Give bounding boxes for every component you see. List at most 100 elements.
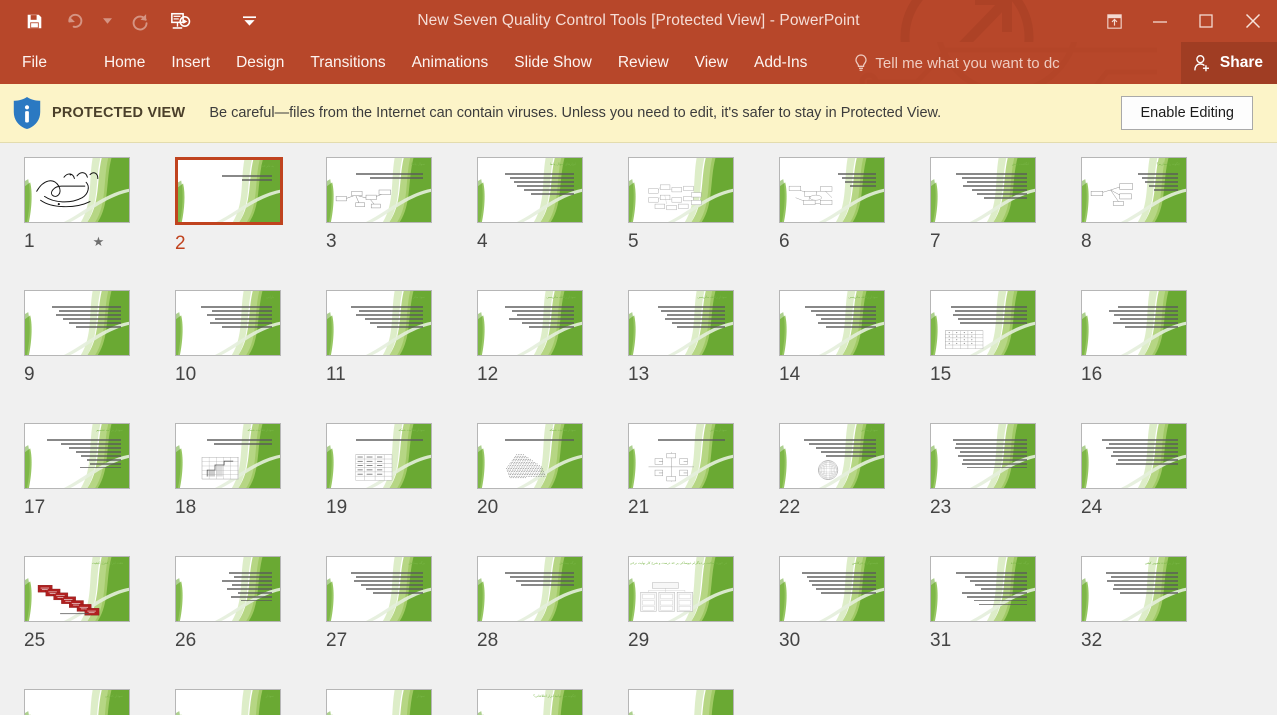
undo-icon[interactable] <box>54 6 94 36</box>
slide-cell[interactable]: سوال پانما 3 <box>326 157 477 290</box>
slide-thumbnail-16[interactable] <box>1081 290 1187 356</box>
slide-thumbnail-35[interactable]: نمودار <box>326 689 432 715</box>
minimize-button[interactable] <box>1137 0 1183 42</box>
slide-thumbnail-29[interactable]: در حوزه ساخت بر دیاگرام دیوساکی پر حد در… <box>628 556 734 622</box>
slide-thumbnail-20[interactable]: نمودار فعالیت شبکه <box>477 423 583 489</box>
slide-thumbnail-1[interactable] <box>24 157 130 223</box>
slide-thumbnail-23[interactable] <box>930 423 1036 489</box>
slide-thumbnail-26[interactable] <box>175 556 281 622</box>
slide-cell[interactable]: 5 <box>628 157 779 290</box>
slide-thumbnail-19[interactable]: نمودار فعالیت شبکه <box>326 423 432 489</box>
slide-cell[interactable]: 16 <box>1081 290 1232 423</box>
slide-thumbnail-32[interactable]: نمودار پراکنده تصویر کیفی <box>1081 556 1187 622</box>
slide-thumbnail-24[interactable] <box>1081 423 1187 489</box>
slide-cell[interactable]: نمودار پیکانی 22 <box>779 423 930 556</box>
slide-cell[interactable]: ابزارهای سوال پانما 4 <box>477 157 628 290</box>
slide-cell[interactable]: نمودار فعالیت شبکه 18 <box>175 423 326 556</box>
tab-transitions[interactable]: Transitions <box>297 42 398 84</box>
tab-design[interactable]: Design <box>223 42 297 84</box>
tell-me-search[interactable]: Tell me what you want to dc <box>854 54 1060 72</box>
undo-dropdown-icon[interactable] <box>94 6 120 36</box>
slide-cell[interactable]: 15 <box>930 290 1081 423</box>
slide-cell[interactable]: 1 ★ <box>24 157 175 290</box>
slide-cell[interactable]: 24 <box>1081 423 1232 556</box>
slide-cell[interactable]: بارانی 10 <box>175 290 326 423</box>
slide-cell[interactable]: 9 <box>24 290 175 423</box>
start-slideshow-icon[interactable] <box>160 6 200 36</box>
slide-cell[interactable]: نمودار کنترلی 33 <box>24 689 175 715</box>
slide-cell[interactable]: نمودار 35 <box>326 689 477 715</box>
slide-cell[interactable]: نمودار فعالیت شبکه 19 <box>326 423 477 556</box>
slide-thumbnail-30[interactable]: هیستوگرام فرکانس <box>779 556 885 622</box>
ribbon-display-options-icon[interactable] <box>1091 0 1137 42</box>
slide-cell[interactable]: هفت ابزار کنترل کیفیت 25 <box>24 556 175 689</box>
slide-thumbnail-25[interactable]: هفت ابزار کنترل کیفیت <box>24 556 130 622</box>
slide-thumbnail-21[interactable]: نمودار پیکانی <box>628 423 734 489</box>
slide-thumbnail-6[interactable] <box>779 157 885 223</box>
slide-cell[interactable]: به نام خدا 2 <box>175 157 326 290</box>
tab-view[interactable]: View <box>682 42 741 84</box>
slide-cell[interactable]: 23 <box>930 423 1081 556</box>
slide-thumbnail-8[interactable]: چگونه را بسازیم؟ <box>1081 157 1187 223</box>
redo-icon[interactable] <box>120 6 160 36</box>
slide-thumbnail-36[interactable]: چگونه می توانید ابزار اطلاعاتی؟ <box>477 689 583 715</box>
tab-file[interactable]: File <box>0 42 63 84</box>
enable-editing-button[interactable]: Enable Editing <box>1121 96 1253 130</box>
slide-thumbnail-3[interactable]: سوال پانما <box>326 157 432 223</box>
slide-text-line <box>227 587 272 590</box>
tab-home[interactable]: Home <box>91 42 158 84</box>
slide-cell[interactable]: نمودار رابطه ماتریسی 12 <box>477 290 628 423</box>
slide-thumbnail-17[interactable]: نمودار برنامه تصمیم <box>24 423 130 489</box>
slide-cell[interactable]: 26 <box>175 556 326 689</box>
slide-thumbnail-13[interactable]: نمودار رابطه ماتریسی <box>628 290 734 356</box>
slide-cell[interactable]: نمودار فعالیت شبکه 20 <box>477 423 628 556</box>
tab-add-ins[interactable]: Add-Ins <box>741 42 820 84</box>
slide-thumbnail-34[interactable]: نمودار <box>175 689 281 715</box>
slide-cell[interactable]: برگه پیمایش 28 <box>477 556 628 689</box>
slide-cell[interactable]: 6 <box>779 157 930 290</box>
slide-cell[interactable]: نمودار 34 <box>175 689 326 715</box>
slide-cell[interactable]: چگونه می توانید ابزار اطلاعاتی؟ 36 <box>477 689 628 715</box>
slide-cell[interactable]: نمودار رابطه ماتریسی 14 <box>779 290 930 423</box>
slide-thumbnail-4[interactable]: ابزارهای سوال پانما <box>477 157 583 223</box>
slide-thumbnail-18[interactable]: نمودار فعالیت شبکه <box>175 423 281 489</box>
slide-cell[interactable]: هیستوگرام فرکانس 30 <box>779 556 930 689</box>
share-button[interactable]: Share <box>1180 42 1277 84</box>
animation-star-icon[interactable]: ★ <box>93 234 105 250</box>
customize-qat-icon[interactable] <box>236 6 262 36</box>
slide-thumbnail-37[interactable] <box>628 689 734 715</box>
slide-cell[interactable]: 37 <box>628 689 779 715</box>
slide-thumbnail-15[interactable] <box>930 290 1036 356</box>
slide-thumbnail-33[interactable]: نمودار کنترلی <box>24 689 130 715</box>
slide-sorter-pane[interactable]: 1 ★ به نام خدا 2 سوال پانما 3 ابزارهای س… <box>0 143 1277 715</box>
slide-cell[interactable]: نمودار برنامه تصمیم 17 <box>24 423 175 556</box>
slide-cell[interactable]: برگه پیمایش 27 <box>326 556 477 689</box>
slide-cell[interactable]: چگونه را بسازیم؟ 8 <box>1081 157 1232 290</box>
slide-thumbnail-9[interactable] <box>24 290 130 356</box>
slide-thumbnail-11[interactable]: نمود ماتر <box>326 290 432 356</box>
slide-cell[interactable]: نمودار پیکانی 21 <box>628 423 779 556</box>
slide-thumbnail-2[interactable]: به نام خدا <box>175 157 283 225</box>
slide-cell[interactable]: نمودار رابطه ماتریسی 13 <box>628 290 779 423</box>
slide-thumbnail-7[interactable]: انگاشت پیش <box>930 157 1036 223</box>
tab-review[interactable]: Review <box>605 42 682 84</box>
slide-thumbnail-5[interactable] <box>628 157 734 223</box>
save-icon[interactable] <box>14 6 54 36</box>
slide-thumbnail-28[interactable]: برگه پیمایش <box>477 556 583 622</box>
slide-thumbnail-22[interactable]: نمودار پیکانی <box>779 423 885 489</box>
slide-cell[interactable]: انگاشت پیش 7 <box>930 157 1081 290</box>
tab-slide-show[interactable]: Slide Show <box>501 42 605 84</box>
slide-thumbnail-10[interactable]: بارانی <box>175 290 281 356</box>
slide-cell[interactable]: در حوزه ساخت بر دیاگرام دیوساکی پر حد در… <box>628 556 779 689</box>
maximize-button[interactable] <box>1183 0 1229 42</box>
slide-thumbnail-14[interactable]: نمودار رابطه ماتریسی <box>779 290 885 356</box>
slide-thumbnail-31[interactable]: برگه ثبت داده <box>930 556 1036 622</box>
close-button[interactable] <box>1229 0 1277 42</box>
slide-cell[interactable]: نمودار پراکنده تصویر کیفی 32 <box>1081 556 1232 689</box>
tab-insert[interactable]: Insert <box>158 42 223 84</box>
slide-cell[interactable]: برگه ثبت داده 31 <box>930 556 1081 689</box>
slide-cell[interactable]: نمود ماتر 11 <box>326 290 477 423</box>
tab-animations[interactable]: Animations <box>399 42 502 84</box>
slide-thumbnail-27[interactable]: برگه پیمایش <box>326 556 432 622</box>
slide-thumbnail-12[interactable]: نمودار رابطه ماتریسی <box>477 290 583 356</box>
